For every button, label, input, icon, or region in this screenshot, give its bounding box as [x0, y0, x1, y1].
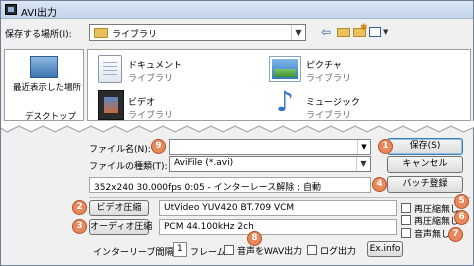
- no-audio-checkbox[interactable]: [401, 228, 411, 238]
- torn-edge-divider: [1, 121, 474, 133]
- interleave-value: 1: [177, 244, 183, 254]
- annotation-badge-6: 6: [454, 210, 469, 225]
- library-video-sub: ライブラリ: [128, 111, 174, 121]
- wav-output-checkbox[interactable]: [224, 245, 234, 255]
- library-folder-icon: [94, 28, 108, 38]
- up-folder-icon[interactable]: [335, 24, 351, 40]
- annotation-badge-4: 4: [372, 177, 387, 192]
- video-codec-text: UtVideo YUV420 BT.709 VCM: [164, 203, 295, 213]
- library-documents-sub: ライブラリ: [128, 74, 174, 84]
- library-music-sub: ライブラリ: [306, 111, 352, 121]
- library-video-name[interactable]: ビデオ: [128, 95, 155, 108]
- separator: [89, 197, 471, 198]
- annotation-badge-5: 5: [454, 194, 469, 209]
- annotation-badge-8: 8: [247, 231, 262, 246]
- annotation-badge-2: 2: [72, 200, 87, 215]
- documents-icon[interactable]: [98, 55, 122, 83]
- exinfo-button[interactable]: Ex.info: [367, 241, 403, 257]
- app-icon: [5, 4, 17, 15]
- video-info-box: 352x240 30.000fps 0:05 - インターレース解除 : 自動: [89, 177, 371, 193]
- pictures-icon[interactable]: [269, 56, 301, 82]
- back-arrow-icon[interactable]: ⇦: [318, 24, 334, 40]
- filetype-chevron-down-icon[interactable]: ▼: [356, 157, 370, 171]
- interleave-label: インターリーブ間隔 :: [93, 248, 180, 258]
- audio-format-text: PCM 44.100kHz 2ch: [164, 222, 254, 232]
- filetype-select[interactable]: AviFile (*.avi) ▼: [169, 156, 371, 172]
- recompress-none-audio-checkbox[interactable]: [401, 215, 411, 225]
- file-list: ドキュメント ライブラリ ピクチャ ライブラリ ビデオ ライブラリ ♪ ミュージ…: [87, 49, 471, 121]
- location-combo[interactable]: ライブラリ ▼: [89, 24, 306, 41]
- library-music-name[interactable]: ミュージック: [306, 95, 360, 108]
- filename-label: ファイル名(N):: [89, 145, 151, 155]
- save-button[interactable]: 保存(S): [387, 138, 463, 155]
- annotation-badge-7: 7: [448, 227, 463, 242]
- location-label: 保存する場所(I):: [5, 30, 72, 40]
- recent-places-icon[interactable]: [30, 56, 58, 78]
- location-value: ライブラリ: [112, 30, 158, 40]
- places-bar: 最近表示した場所 デスクトップ: [4, 49, 84, 122]
- wav-output-label: 音声をWAV出力: [237, 247, 303, 257]
- log-output-checkbox[interactable]: [307, 245, 317, 255]
- video-codec-box: UtVideo YUV420 BT.709 VCM: [159, 200, 397, 216]
- place-recent-label[interactable]: 最近表示した場所: [13, 81, 81, 93]
- interleave-input[interactable]: 1: [173, 242, 187, 257]
- log-output-label: ログ出力: [320, 247, 357, 257]
- cancel-button[interactable]: キャンセル: [387, 156, 463, 173]
- view-menu-icon[interactable]: ▼: [368, 24, 392, 40]
- library-documents-name[interactable]: ドキュメント: [128, 58, 182, 71]
- library-pictures-name[interactable]: ピクチャ: [306, 58, 342, 71]
- filename-input[interactable]: ▼: [169, 139, 371, 155]
- library-pictures-sub: ライブラリ: [306, 74, 352, 84]
- new-folder-icon[interactable]: ✱: [351, 24, 368, 40]
- filename-chevron-down-icon[interactable]: ▼: [357, 140, 370, 154]
- filetype-label: ファイルの種類(T):: [89, 162, 168, 172]
- title-bar: AVI出力: [1, 1, 473, 19]
- video-compress-button[interactable]: ビデオ圧縮: [89, 200, 149, 216]
- no-audio-label: 音声無し: [414, 230, 451, 240]
- audio-format-box: PCM 44.100kHz 2ch: [159, 219, 397, 235]
- annotation-badge-9: 9: [151, 139, 166, 154]
- filetype-value: AviFile (*.avi): [174, 158, 234, 168]
- batch-register-button[interactable]: バッチ登録: [387, 176, 463, 193]
- video-info-text: 352x240 30.000fps 0:05 - インターレース解除 : 自動: [94, 183, 321, 193]
- frame-unit-label: フレーム: [190, 248, 226, 258]
- chevron-down-icon[interactable]: ▼: [291, 25, 305, 40]
- recompress-none-video-checkbox[interactable]: [401, 203, 411, 213]
- video-icon[interactable]: [98, 90, 124, 120]
- recompress-none-audio-label: 再圧縮無し: [414, 217, 460, 227]
- annotation-badge-3: 3: [72, 219, 87, 234]
- audio-compress-button[interactable]: オーディオ圧縮: [89, 219, 152, 235]
- music-icon[interactable]: ♪: [276, 88, 294, 116]
- annotation-badge-1: 1: [378, 139, 393, 154]
- window-title: AVI出力: [21, 8, 57, 19]
- avi-output-dialog: AVI出力 保存する場所(I): ライブラリ ▼ ⇦ ✱ ▼ 最近表示した場所 …: [0, 0, 474, 266]
